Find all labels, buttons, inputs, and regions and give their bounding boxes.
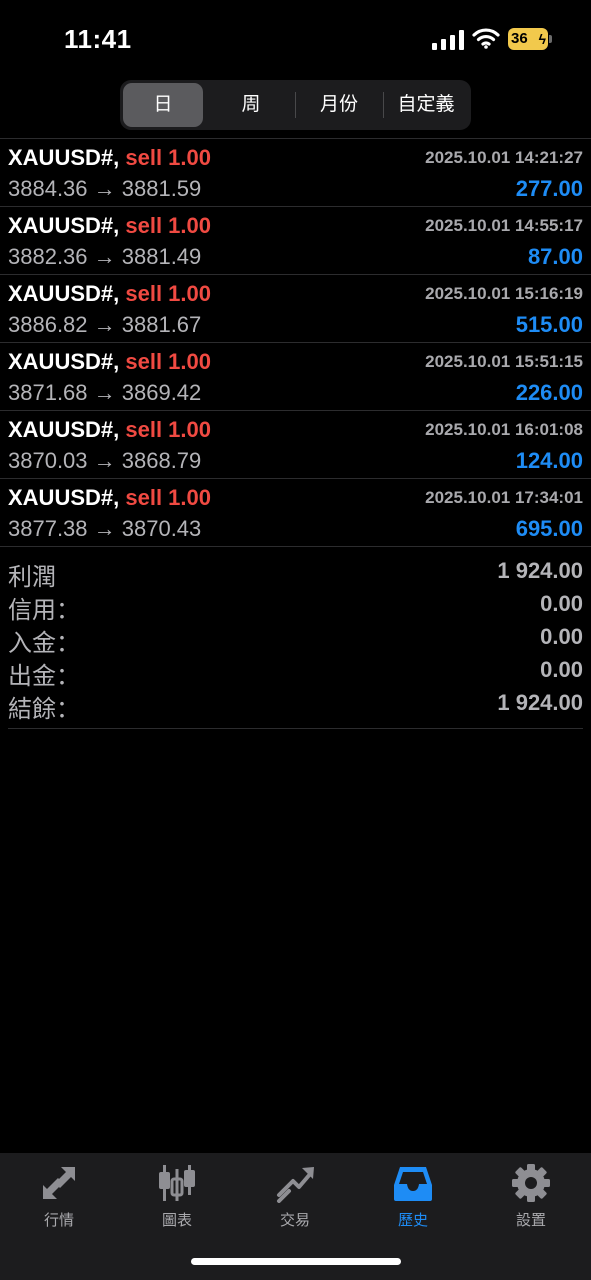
trade-datetime: 2025.10.01 16:01:08 (425, 420, 583, 439)
trade-prices: 3884.36 → 3881.59 (8, 176, 202, 201)
symbol-name: XAUUSD#, (8, 281, 120, 306)
trade-datetime: 2025.10.01 14:21:27 (425, 148, 583, 167)
segment-custom[interactable]: 自定義 (384, 83, 468, 127)
trade-icon (277, 1167, 314, 1203)
trade-side: sell 1.00 (125, 145, 212, 170)
symbol-name: XAUUSD#, (8, 213, 120, 238)
symbol-name: XAUUSD#, (8, 485, 120, 510)
trade-profit: 87.00 (527, 244, 583, 269)
tab-label: 交易 (279, 1212, 310, 1229)
period-segmented-control: 日 周 月份 自定義 (120, 80, 471, 130)
trade-datetime: 2025.10.01 17:34:01 (425, 488, 583, 507)
battery-level: 36 ϟ (508, 28, 548, 50)
trade-profit: 124.00 (515, 448, 583, 473)
symbol-name: XAUUSD#, (8, 349, 120, 374)
status-time: 11:41 (64, 24, 132, 54)
trade-symbol: XAUUSD#, sell 1.00 (8, 213, 211, 239)
charging-bolt-icon: ϟ (538, 31, 546, 47)
trade-row[interactable]: XAUUSD#, sell 1.00 2025.10.01 15:16:19 3… (0, 274, 591, 342)
trade-symbol: XAUUSD#, sell 1.00 (8, 281, 211, 307)
trade-row[interactable]: XAUUSD#, sell 1.00 2025.10.01 14:55:17 3… (0, 206, 591, 274)
tab-quotes[interactable]: 行情 (0, 1161, 118, 1231)
trade-prices: 3886.82 → 3881.67 (8, 312, 202, 337)
tab-history[interactable]: 歷史 (354, 1161, 472, 1231)
trade-datetime: 2025.10.01 14:55:17 (425, 216, 583, 235)
trade-prices: 3871.68 → 3869.42 (8, 380, 202, 405)
status-bar: 11:41 36 ϟ (0, 0, 591, 78)
tab-trade[interactable]: 交易 (236, 1161, 354, 1231)
summary-label: 結餘： (8, 696, 80, 723)
trade-row[interactable]: XAUUSD#, sell 1.00 2025.10.01 17:34:01 3… (0, 478, 591, 546)
trade-profit: 515.00 (515, 312, 583, 337)
tab-chart[interactable]: 圖表 (118, 1161, 236, 1231)
battery-tip (549, 35, 552, 43)
trade-symbol: XAUUSD#, sell 1.00 (8, 349, 211, 375)
tab-settings[interactable]: 設置 (472, 1161, 590, 1231)
battery-icon: 36 ϟ (508, 28, 552, 50)
trade-row[interactable]: XAUUSD#, sell 1.00 2025.10.01 16:01:08 3… (0, 410, 591, 478)
symbol-name: XAUUSD#, (8, 145, 120, 170)
cellular-signal-icon (432, 30, 464, 50)
tab-label: 設置 (515, 1212, 546, 1229)
summary-row-balance: 結餘： 1 924.00 (0, 679, 591, 723)
tab-label: 歷史 (397, 1212, 428, 1229)
trade-side: sell 1.00 (125, 417, 212, 442)
battery-percent: 36 (511, 30, 528, 47)
summary-row-deposit: 入金： 0.00 (0, 613, 591, 657)
trade-symbol: XAUUSD#, sell 1.00 (8, 145, 211, 171)
segment-day[interactable]: 日 (123, 83, 203, 127)
segment-month[interactable]: 月份 (296, 83, 382, 127)
trade-prices: 3870.03 → 3868.79 (8, 448, 202, 473)
trade-prices: 3877.38 → 3870.43 (8, 516, 202, 541)
tab-label: 行情 (43, 1212, 74, 1229)
trade-side: sell 1.00 (125, 485, 212, 510)
trade-profit: 226.00 (515, 380, 583, 405)
trade-row[interactable]: XAUUSD#, sell 1.00 2025.10.01 14:21:27 3… (0, 138, 591, 206)
tab-label: 圖表 (161, 1212, 192, 1229)
summary-value: 1 924.00 (497, 690, 583, 715)
wifi-icon (472, 28, 500, 49)
trade-side: sell 1.00 (125, 213, 212, 238)
trade-history-list: XAUUSD#, sell 1.00 2025.10.01 14:21:27 3… (0, 138, 591, 546)
trade-profit: 277.00 (515, 176, 583, 201)
trade-side: sell 1.00 (125, 349, 212, 374)
symbol-name: XAUUSD#, (8, 417, 120, 442)
trade-symbol: XAUUSD#, sell 1.00 (8, 417, 211, 443)
trade-datetime: 2025.10.01 15:51:15 (425, 352, 583, 371)
trade-prices: 3882.36 → 3881.49 (8, 244, 202, 269)
quotes-icon (43, 1167, 75, 1199)
history-icon (394, 1167, 432, 1201)
trade-side: sell 1.00 (125, 281, 212, 306)
summary-row-credit: 信用： 0.00 (0, 580, 591, 624)
trade-symbol: XAUUSD#, sell 1.00 (8, 485, 211, 511)
trade-profit: 695.00 (515, 516, 583, 541)
summary-row-profit: 利潤 1 924.00 (0, 547, 591, 591)
summary-divider (8, 728, 583, 729)
trade-datetime: 2025.10.01 15:16:19 (425, 284, 583, 303)
chart-icon (159, 1165, 195, 1201)
trade-row[interactable]: XAUUSD#, sell 1.00 2025.10.01 15:51:15 3… (0, 342, 591, 410)
segment-week[interactable]: 周 (208, 83, 294, 127)
summary-row-withdrawal: 出金： 0.00 (0, 646, 591, 690)
account-summary: 利潤 1 924.00 信用： 0.00 入金： 0.00 出金： 0.00 結… (0, 546, 591, 723)
home-indicator[interactable] (191, 1258, 401, 1265)
settings-icon (512, 1164, 550, 1202)
